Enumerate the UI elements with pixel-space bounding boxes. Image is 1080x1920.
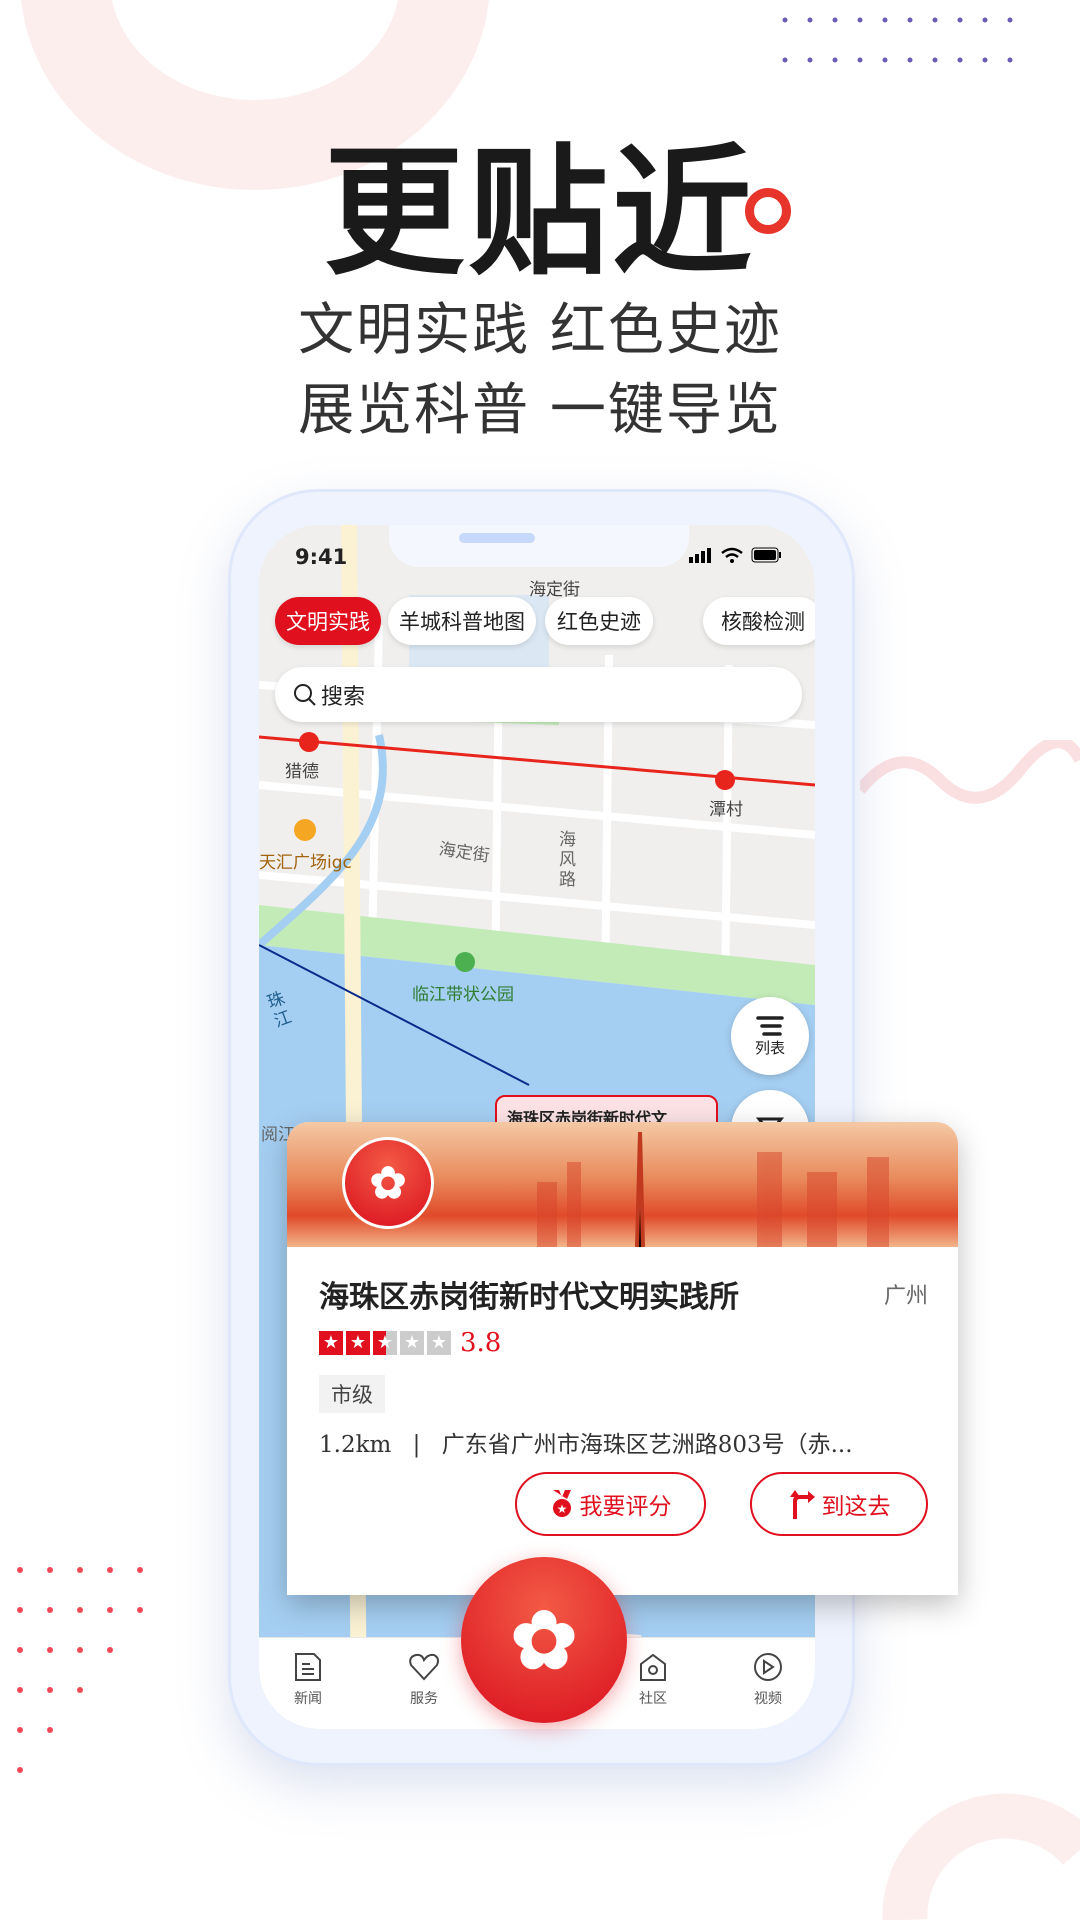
signal-icon	[689, 548, 711, 563]
battery-icon	[751, 547, 781, 563]
nav-service[interactable]: 服务	[389, 1652, 459, 1708]
decor-circle-bottom	[882, 1793, 1080, 1920]
rating: ★ ★ ★ ★ ★ 3.8	[319, 1328, 501, 1358]
status-time: 9:41	[295, 545, 348, 569]
headline-period-ring	[745, 188, 791, 234]
map-label-metro: 猎德	[285, 762, 319, 782]
metro-icon	[715, 770, 735, 790]
nav-news[interactable]: 新闻	[273, 1652, 343, 1708]
status-icons	[689, 547, 783, 563]
speaker	[459, 533, 535, 543]
star-half-icon: ★	[373, 1331, 397, 1355]
heart-icon	[409, 1653, 439, 1681]
center-home-logo-button[interactable]: ✿	[461, 1557, 627, 1723]
mall-icon	[294, 819, 316, 841]
rating-score: 3.8	[460, 1328, 502, 1358]
headline: 更贴近	[323, 131, 756, 295]
star-empty-icon: ★	[427, 1331, 451, 1355]
place-title: 海珠区赤岗街新时代文明实践所	[319, 1280, 739, 1315]
star-icon: ★	[346, 1331, 370, 1355]
distance: 1.2km	[319, 1432, 392, 1458]
place-card[interactable]: ✿ 海珠区赤岗街新时代文明实践所 广州 ★ ★ ★ ★ ★ 3.8 市级 1.2km |…	[287, 1122, 958, 1595]
subtitle-line-2: 展览科普 一键导览	[298, 378, 782, 443]
chip-civilization[interactable]: 文明实践	[275, 597, 381, 645]
search-input[interactable]: 搜索	[275, 667, 802, 722]
medal-icon: ★	[552, 1490, 571, 1517]
park-tree-icon	[455, 952, 475, 972]
star-empty-icon: ★	[400, 1331, 424, 1355]
chip-science-map[interactable]: 羊城科普地图	[388, 597, 536, 645]
decor-dots	[782, 17, 1013, 63]
community-icon	[640, 1653, 666, 1681]
list-icon	[756, 1015, 784, 1036]
place-address-line: 1.2km | 广东省广州市海珠区艺洲路803号（赤...	[319, 1425, 853, 1459]
address: 广东省广州市海珠区艺洲路803号（赤...	[441, 1432, 853, 1458]
subtitle-line-1: 文明实践 红色史迹	[298, 298, 782, 363]
rate-button[interactable]: ★ 我要评分	[515, 1472, 706, 1536]
map-label-metro: 潭村	[709, 800, 743, 820]
nav-label: 服务	[410, 1691, 438, 1707]
map-label-mall: 天汇广场igc	[259, 853, 352, 873]
nav-label: 视频	[754, 1691, 782, 1707]
chip-red-history[interactable]: 红色史迹	[545, 597, 653, 645]
map-label-road: 海风路	[559, 830, 576, 890]
turn-right-arrow-icon	[789, 1490, 815, 1519]
navigate-button-label: 到这去	[821, 1494, 891, 1520]
svg-text:★: ★	[556, 1502, 567, 1516]
chip-nucleic-test[interactable]: 核酸检测	[703, 597, 815, 645]
decor-wave	[860, 740, 1080, 804]
nav-community[interactable]: 社区	[618, 1652, 688, 1708]
phone-notch	[389, 525, 689, 567]
separator: |	[412, 1432, 421, 1458]
list-button[interactable]: 列表	[731, 997, 809, 1075]
place-city: 广州	[883, 1284, 928, 1309]
metro-icon	[299, 732, 319, 752]
rate-button-label: 我要评分	[579, 1494, 672, 1520]
list-button-label: 列表	[754, 1038, 785, 1057]
map-label-park: 临江带状公园	[412, 985, 514, 1005]
decor-dots-bottom	[17, 1567, 143, 1773]
nav-label: 新闻	[294, 1691, 322, 1707]
nav-video[interactable]: 视频	[733, 1652, 803, 1708]
navigate-button[interactable]: 到这去	[750, 1472, 928, 1536]
search-icon	[294, 683, 316, 706]
star-icon: ★	[319, 1331, 343, 1355]
wifi-icon	[721, 547, 743, 563]
nav-label: 社区	[639, 1691, 667, 1707]
video-icon	[754, 1653, 782, 1681]
level-tag: 市级	[319, 1375, 385, 1413]
search-placeholder: 搜索	[321, 684, 366, 710]
news-icon	[295, 1653, 321, 1681]
brand-logo: ✿	[342, 1137, 434, 1229]
